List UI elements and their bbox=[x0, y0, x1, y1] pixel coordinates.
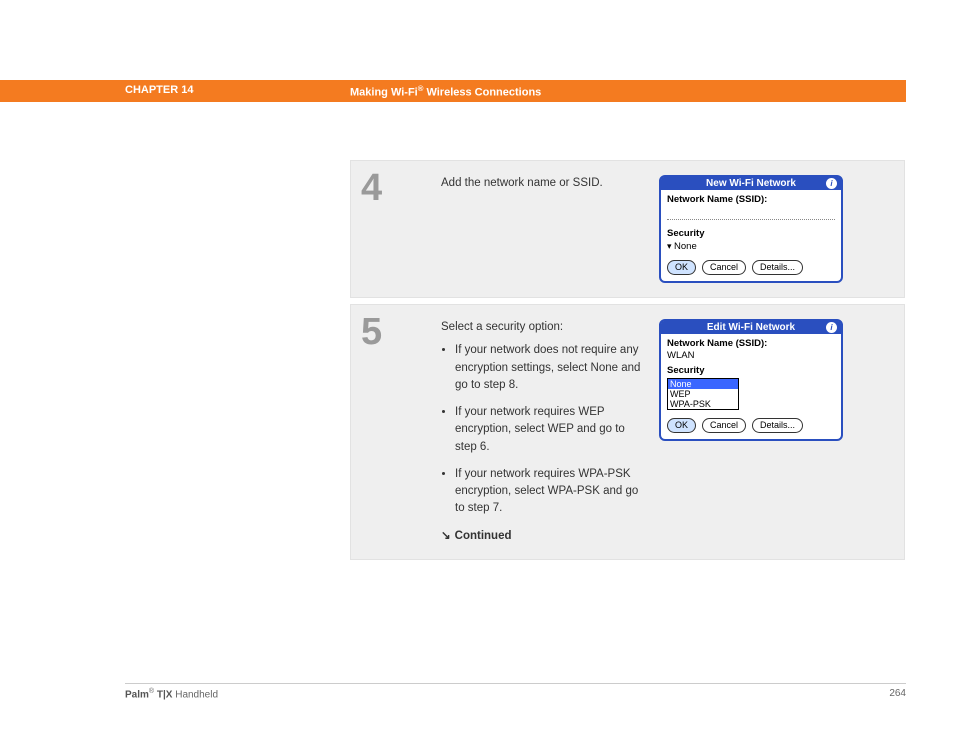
steps-container: 4 Add the network name or SSID. New Wi-F… bbox=[350, 160, 905, 566]
chapter-label: CHAPTER 14 bbox=[125, 84, 193, 96]
cancel-button[interactable]: Cancel bbox=[702, 418, 746, 433]
step-5-intro: Select a security option: bbox=[441, 319, 641, 336]
ssid-input[interactable] bbox=[667, 207, 835, 220]
ok-button[interactable]: OK bbox=[667, 260, 696, 275]
security-option-none[interactable]: None bbox=[668, 379, 738, 389]
page-footer: Palm® T|X Handheld 264 bbox=[125, 683, 906, 700]
security-label: Security bbox=[667, 228, 835, 239]
step-5-bullets: If your network does not require any enc… bbox=[441, 342, 641, 517]
page-title: Making Wi-Fi® Wireless Connections bbox=[350, 84, 541, 99]
details-button[interactable]: Details... bbox=[752, 260, 803, 275]
product-name: Palm® T|X Handheld bbox=[125, 688, 218, 700]
security-dropdown[interactable]: None bbox=[667, 241, 835, 252]
panel-title: New Wi-Fi Network i bbox=[661, 177, 841, 190]
security-label: Security bbox=[667, 365, 835, 376]
palm-panel-edit-wifi: Edit Wi-Fi Network i Network Name (SSID)… bbox=[659, 319, 843, 441]
bullet: If your network does not require any enc… bbox=[455, 342, 641, 394]
ok-button[interactable]: OK bbox=[667, 418, 696, 433]
details-button[interactable]: Details... bbox=[752, 418, 803, 433]
security-option-wep[interactable]: WEP bbox=[668, 389, 738, 399]
panel-title: Edit Wi-Fi Network i bbox=[661, 321, 841, 334]
ssid-label: Network Name (SSID): bbox=[667, 194, 835, 205]
info-icon[interactable]: i bbox=[826, 322, 837, 333]
security-dropdown-open[interactable]: None WEP WPA-PSK bbox=[667, 378, 739, 410]
ssid-value[interactable]: WLAN bbox=[667, 350, 835, 361]
step-5: 5 Select a security option: If your netw… bbox=[350, 304, 905, 560]
page-number: 264 bbox=[889, 688, 906, 700]
bullet: If your network requires WPA-PSK encrypt… bbox=[455, 466, 641, 518]
security-option-wpapsk[interactable]: WPA-PSK bbox=[668, 399, 738, 409]
step-number: 5 bbox=[351, 305, 431, 351]
step-4: 4 Add the network name or SSID. New Wi-F… bbox=[350, 160, 905, 298]
continued-label: Continued bbox=[441, 528, 641, 545]
palm-panel-new-wifi: New Wi-Fi Network i Network Name (SSID):… bbox=[659, 175, 843, 283]
step-4-text: Add the network name or SSID. bbox=[441, 175, 641, 192]
chapter-header-bar: CHAPTER 14 Making Wi-Fi® Wireless Connec… bbox=[0, 80, 906, 102]
cancel-button[interactable]: Cancel bbox=[702, 260, 746, 275]
bullet: If your network requires WEP encryption,… bbox=[455, 404, 641, 456]
ssid-label: Network Name (SSID): bbox=[667, 338, 835, 349]
info-icon[interactable]: i bbox=[826, 178, 837, 189]
step-number: 4 bbox=[351, 161, 431, 207]
